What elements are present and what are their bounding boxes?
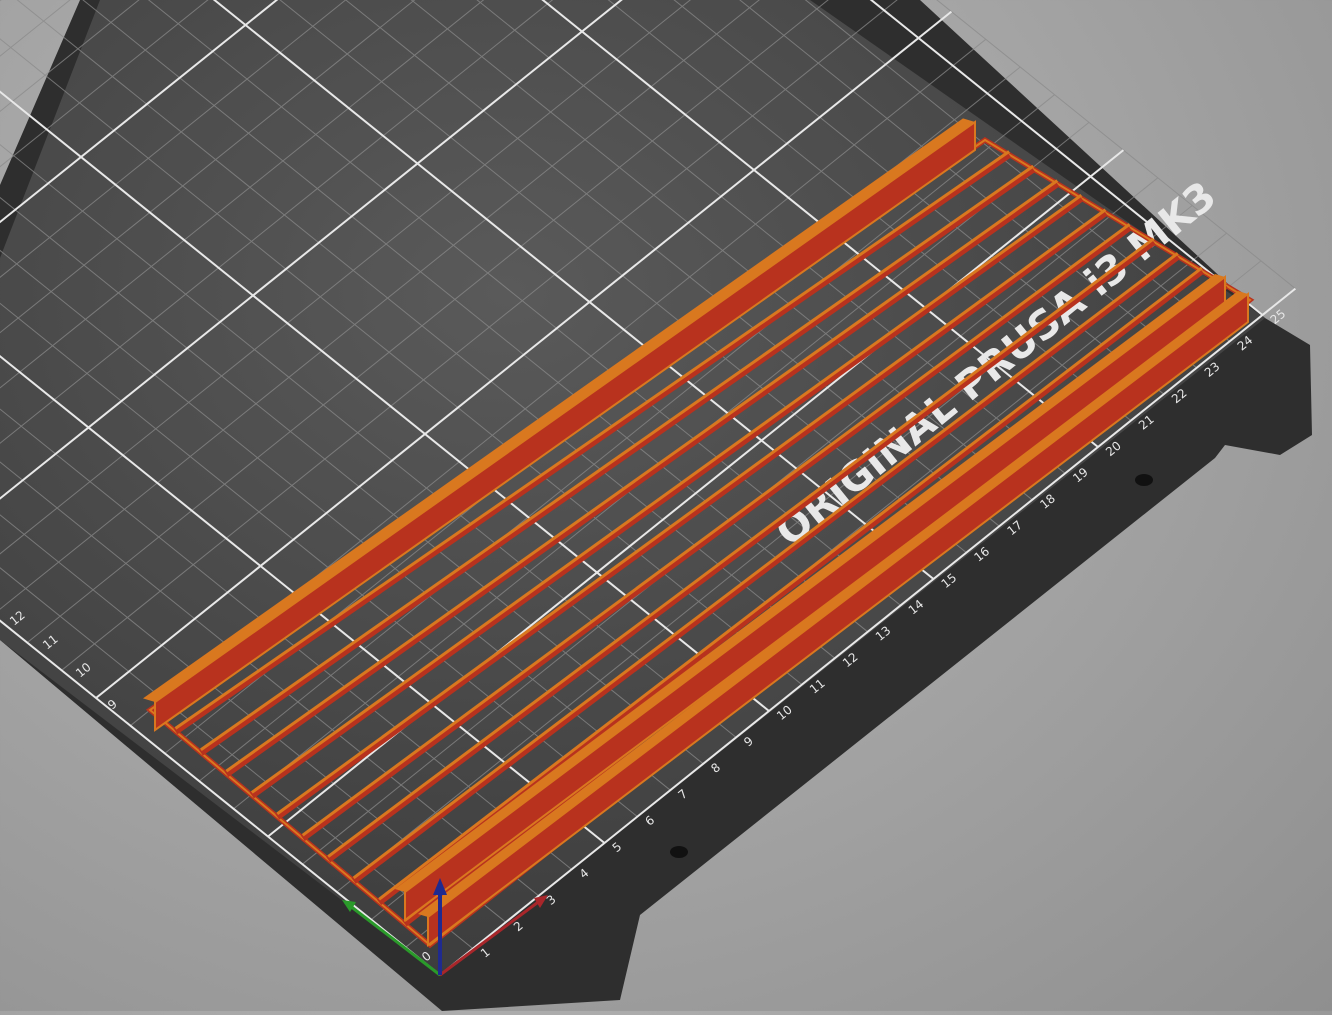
- bed-screw-hole: [670, 846, 688, 858]
- 3d-viewport[interactable]: ORIGINAL PRUSA i3 MK3 1 2 3 4 5 6 7 8 9 10 11 12 13 1…: [0, 0, 1332, 1011]
- bed-screw-hole: [1135, 474, 1153, 486]
